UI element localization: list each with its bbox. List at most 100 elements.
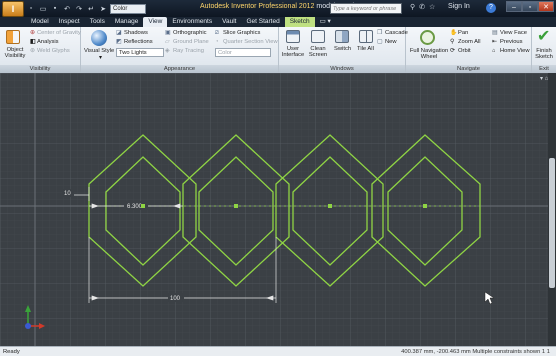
- lighting-select[interactable]: Two Lights: [116, 48, 164, 57]
- close-icon[interactable]: ✕: [538, 1, 554, 12]
- view-face-icon: ▤: [492, 30, 498, 36]
- user-interface-icon: [286, 30, 300, 43]
- ray-tracing-icon: ◈: [165, 48, 170, 54]
- orbit-button[interactable]: Orbit: [458, 48, 471, 55]
- ribbon: Object Visibility ⊕ Center of Gravity ◧ …: [0, 27, 556, 73]
- object-visibility-icon: [6, 30, 20, 44]
- reflections-button[interactable]: Reflections: [124, 39, 153, 46]
- binoculars-icon[interactable]: ⚲: [410, 3, 415, 11]
- sign-in-button[interactable]: Sign In: [448, 3, 470, 10]
- select-icon[interactable]: ➤: [98, 4, 108, 14]
- tile-all-button[interactable]: Tile All: [357, 46, 374, 53]
- center-of-gravity-button[interactable]: Center of Gravity: [37, 30, 81, 37]
- ground-plane-icon: ▱: [165, 39, 170, 45]
- navigate-panel-label: Navigate: [406, 65, 531, 73]
- navigation-bar-strip[interactable]: [549, 158, 555, 288]
- user-interface-button[interactable]: User Interface: [281, 46, 305, 58]
- return-icon[interactable]: ↵: [86, 4, 96, 14]
- constraint-glyph-4[interactable]: [423, 204, 427, 208]
- pan-button[interactable]: Pan: [458, 30, 468, 37]
- previous-icon: ⇤: [492, 39, 497, 45]
- shadows-icon: ◪: [116, 30, 122, 36]
- navigate-panel: Full Navigation Wheel ✋ Pan ⚲ Zoom All ⟳…: [406, 27, 532, 73]
- cascade-button[interactable]: Cascade: [385, 30, 408, 37]
- ground-plane-button[interactable]: Ground Plane: [173, 39, 209, 46]
- inventor-window: I ▫ ▭ ▪ ↶ ↷ ↵ ➤ Color Autodesk Inventor …: [0, 0, 556, 356]
- window-title-app: Autodesk Inventor Professional 2012: [200, 3, 315, 10]
- application-menu-button[interactable]: I: [2, 0, 24, 17]
- finish-sketch-check-icon: ✔: [537, 28, 551, 45]
- windows-panel: User Interface Clean Screen Switch Tile …: [279, 27, 408, 73]
- orbit-icon: ⟳: [450, 48, 455, 54]
- title-bar: I ▫ ▭ ▪ ↶ ↷ ↵ ➤ Color Autodesk Inventor …: [0, 0, 556, 17]
- home-view-button[interactable]: Home View: [500, 48, 530, 55]
- tab-view[interactable]: View: [143, 17, 168, 27]
- status-bar: Ready 400.387 mm, -200.463 mm Multiple c…: [0, 346, 556, 356]
- full-navigation-wheel-button[interactable]: Full Navigation Wheel: [409, 48, 449, 60]
- tab-inspect[interactable]: Inspect: [54, 17, 85, 27]
- visibility-panel: Object Visibility ⊕ Center of Gravity ◧ …: [0, 27, 81, 73]
- slice-graphics-icon: ⧄: [215, 30, 219, 36]
- redo-icon[interactable]: ↷: [74, 4, 84, 14]
- pan-icon: ✋: [450, 30, 458, 36]
- visual-style-chevron-down-icon[interactable]: ▾: [99, 55, 102, 62]
- tab-manage[interactable]: Manage: [110, 17, 144, 27]
- dimension-bottom-value[interactable]: 100: [170, 296, 181, 302]
- dimension-mid-value[interactable]: 6.300: [127, 204, 143, 210]
- new-window-button[interactable]: New: [385, 39, 397, 46]
- quick-color-select[interactable]: Color: [110, 3, 146, 14]
- new-icon[interactable]: ▫: [26, 4, 36, 14]
- constraint-glyph-2[interactable]: [234, 204, 238, 208]
- view-face-button[interactable]: View Face: [500, 30, 527, 37]
- ray-tracing-button[interactable]: Ray Tracing: [173, 48, 204, 55]
- quarter-section-view-button[interactable]: Quarter Section View: [223, 39, 278, 46]
- save-icon[interactable]: ▪: [50, 4, 60, 14]
- tab-model[interactable]: Model: [26, 17, 54, 27]
- dimension-left-value[interactable]: 10: [64, 191, 71, 197]
- navigation-bar: [548, 73, 556, 346]
- status-text: Ready: [3, 349, 20, 355]
- quarter-section-icon: ◔: [215, 39, 219, 45]
- color-select[interactable]: Color: [215, 48, 271, 57]
- tab-tools[interactable]: Tools: [85, 17, 110, 27]
- graphics-window[interactable]: 10 6.300 100 ▾ ⌂: [0, 73, 556, 346]
- constraint-glyph-1[interactable]: [141, 204, 145, 208]
- sketch-grid: [0, 73, 556, 346]
- communication-icon[interactable]: ✆: [419, 3, 425, 11]
- ribbon-options-icon[interactable]: ▭ ▾: [315, 17, 336, 27]
- clean-screen-button[interactable]: Clean Screen: [307, 46, 329, 58]
- visual-style-button[interactable]: Visual Style: [84, 48, 114, 55]
- visual-style-icon: [91, 30, 107, 46]
- switch-icon: [335, 30, 349, 43]
- windows-panel-label: Windows: [279, 65, 405, 73]
- tab-environments[interactable]: Environments: [167, 17, 217, 27]
- zoom-all-button[interactable]: Zoom All: [458, 39, 481, 46]
- switch-button[interactable]: Switch: [334, 46, 351, 53]
- exit-panel-label: Exit: [532, 65, 556, 73]
- tab-get-started[interactable]: Get Started: [241, 17, 284, 27]
- help-search-input[interactable]: Type a keyword or phrase: [330, 3, 402, 14]
- tab-sketch[interactable]: Sketch: [284, 17, 315, 27]
- open-icon[interactable]: ▭: [38, 4, 48, 14]
- exit-panel: ✔ Finish Sketch Exit: [532, 27, 556, 73]
- help-toolbar: ⚲ ✆ ☆: [410, 3, 435, 11]
- constraint-glyph-3[interactable]: [328, 204, 332, 208]
- star-icon[interactable]: ☆: [429, 3, 435, 11]
- weld-glyphs-button[interactable]: Weld Glyphs: [37, 48, 70, 55]
- orthographic-button[interactable]: Orthographic: [173, 30, 207, 37]
- sketch-canvas[interactable]: 10 6.300 100 ▾ ⌂: [0, 73, 556, 346]
- slice-graphics-button[interactable]: Slice Graphics: [223, 30, 260, 37]
- appearance-panel-label: Appearance: [81, 65, 278, 73]
- tab-vault[interactable]: Vault: [217, 17, 241, 27]
- clean-screen-icon: [311, 30, 325, 43]
- maximize-icon[interactable]: ▫: [522, 1, 538, 12]
- object-visibility-button[interactable]: Object Visibility: [1, 47, 29, 59]
- finish-sketch-button[interactable]: Finish Sketch: [532, 48, 556, 60]
- gravity-icon: ⊕: [30, 30, 35, 36]
- help-icon[interactable]: ?: [486, 3, 496, 13]
- minimize-icon[interactable]: –: [506, 1, 522, 12]
- undo-icon[interactable]: ↶: [62, 4, 72, 14]
- previous-view-button[interactable]: Previous: [500, 39, 523, 46]
- analysis-button[interactable]: Analysis: [37, 39, 59, 46]
- shadows-button[interactable]: Shadows: [124, 30, 148, 37]
